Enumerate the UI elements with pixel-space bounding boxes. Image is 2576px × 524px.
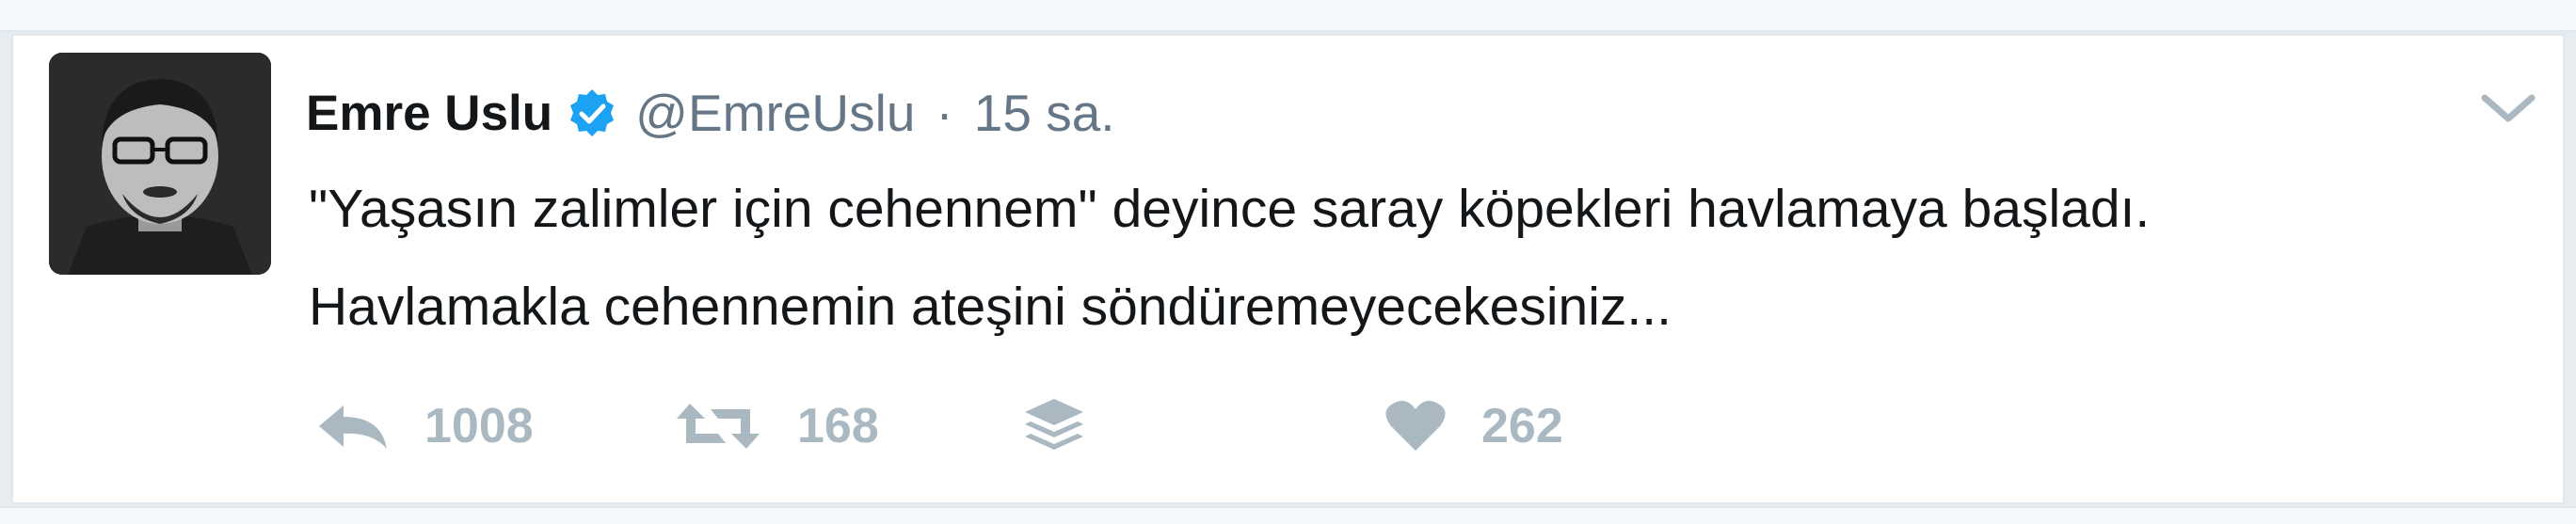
timeline-bottom-divider — [0, 506, 2576, 524]
tweet-text-line: "Yaşasın zalimler için cehennem" deyince… — [309, 179, 2151, 239]
tweet-actions: 1008 168 262 — [315, 384, 1727, 468]
like-button[interactable]: 262 — [1384, 384, 1563, 468]
author-handle[interactable]: @EmreUslu — [635, 83, 915, 143]
timeline-top-divider — [0, 0, 2576, 32]
retweet-icon — [673, 398, 763, 454]
verified-badge-icon — [566, 87, 618, 139]
reply-count: 1008 — [424, 399, 534, 453]
retweet-button[interactable]: 168 — [673, 384, 879, 468]
like-count: 262 — [1481, 399, 1563, 453]
reply-button[interactable]: 1008 — [315, 384, 534, 468]
chevron-down-icon[interactable] — [2475, 85, 2541, 132]
tweet-text: "Yaşasın zalimler için cehennem" deyince… — [309, 160, 2455, 356]
reply-icon — [315, 400, 391, 453]
tweet-timestamp[interactable]: 15 sa. — [974, 83, 1115, 143]
tweet-text-line: Havlamakla cehennemin ateşini söndüremey… — [309, 277, 1672, 337]
layers-icon — [1021, 395, 1087, 457]
avatar[interactable] — [49, 53, 271, 275]
retweet-count: 168 — [797, 399, 879, 453]
tweet-header: Emre Uslu @EmreUslu · 15 sa. — [306, 75, 1115, 151]
profile-photo — [49, 53, 271, 275]
header-separator: · — [936, 84, 953, 142]
heart-icon — [1384, 398, 1448, 454]
buffer-button[interactable] — [1021, 384, 1087, 468]
author-name[interactable]: Emre Uslu — [306, 85, 552, 142]
